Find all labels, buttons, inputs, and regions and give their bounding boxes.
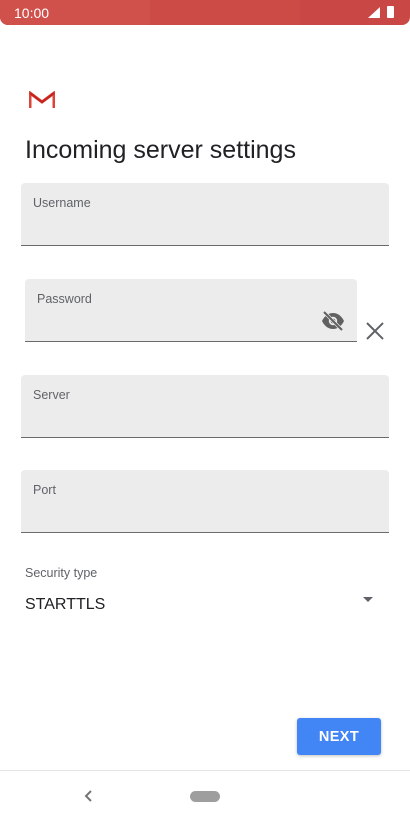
page-title: Incoming server settings [25,136,296,164]
status-time: 10:00 [14,5,50,21]
navigation-bar [0,770,410,820]
password-label: Password [37,292,92,306]
battery-icon [387,6,394,18]
dropdown-arrow-icon [363,597,373,602]
port-label: Port [33,483,56,497]
status-bar-shade [150,0,300,25]
status-bar: 10:00 [0,0,410,25]
back-chevron-icon[interactable] [82,787,96,805]
gmail-logo [29,91,55,108]
signal-icon [368,7,380,18]
server-label: Server [33,388,70,402]
password-field[interactable]: Password [25,279,357,342]
security-type-dropdown[interactable]: STARTTLS [25,590,383,620]
username-field[interactable]: Username [21,183,389,246]
visibility-off-icon[interactable] [321,310,345,332]
security-type-label: Security type [25,566,98,580]
username-label: Username [33,196,91,210]
next-button[interactable]: NEXT [297,718,381,755]
port-field[interactable]: Port [21,470,389,533]
close-icon[interactable] [364,320,386,342]
security-type-value: STARTTLS [25,596,106,613]
server-field[interactable]: Server [21,375,389,438]
home-pill-icon[interactable] [190,791,220,802]
